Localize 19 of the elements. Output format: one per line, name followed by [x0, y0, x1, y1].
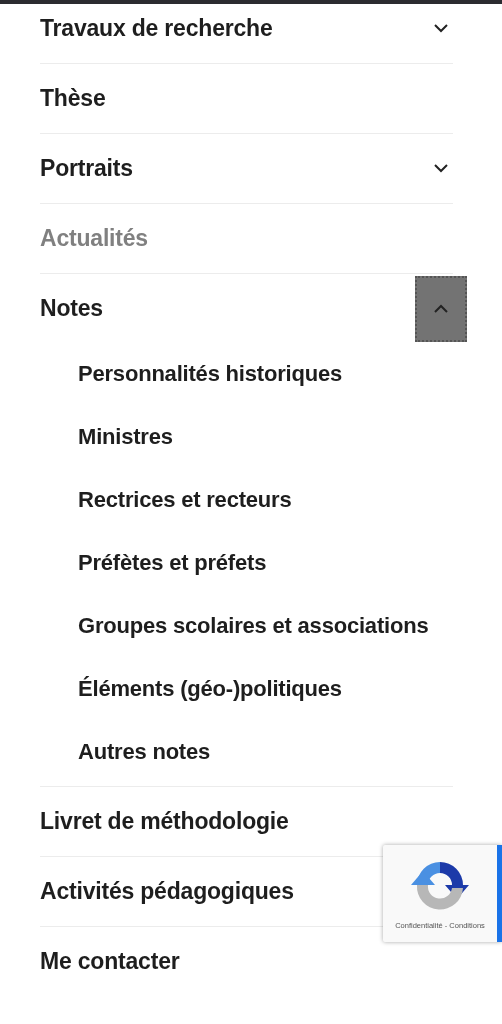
menu-item[interactable]: Thèse	[40, 85, 106, 112]
submenu-item[interactable]: Éléments (géo-)politiques	[78, 668, 342, 710]
menu-item[interactable]: Activités pédagogiques	[40, 878, 294, 905]
submenu-item[interactable]: Groupes scolaires et associations	[78, 605, 429, 647]
submenu-item[interactable]: Ministres	[78, 416, 173, 458]
chevron-down-icon	[434, 164, 448, 173]
chevron-down-icon	[434, 24, 448, 33]
submenu-item[interactable]: Rectrices et recteurs	[78, 479, 292, 521]
menu-item[interactable]: Livret de méthodologie	[40, 808, 289, 835]
menu-item[interactable]: Travaux de recherche	[40, 15, 273, 42]
submenu-item[interactable]: Préfètes et préfets	[78, 542, 267, 584]
submenu-item[interactable]: Autres notes	[78, 731, 211, 773]
submenu-item[interactable]: Personnalités historiques	[78, 353, 342, 395]
menu-item[interactable]: Actualités	[40, 225, 148, 252]
menu-item[interactable]: Me contacter	[40, 948, 180, 975]
menu-item[interactable]: Notes	[40, 295, 103, 322]
chevron-up-icon	[434, 304, 448, 313]
menu-item[interactable]: Portraits	[40, 155, 133, 182]
submenu-toggle-button[interactable]	[415, 275, 467, 342]
